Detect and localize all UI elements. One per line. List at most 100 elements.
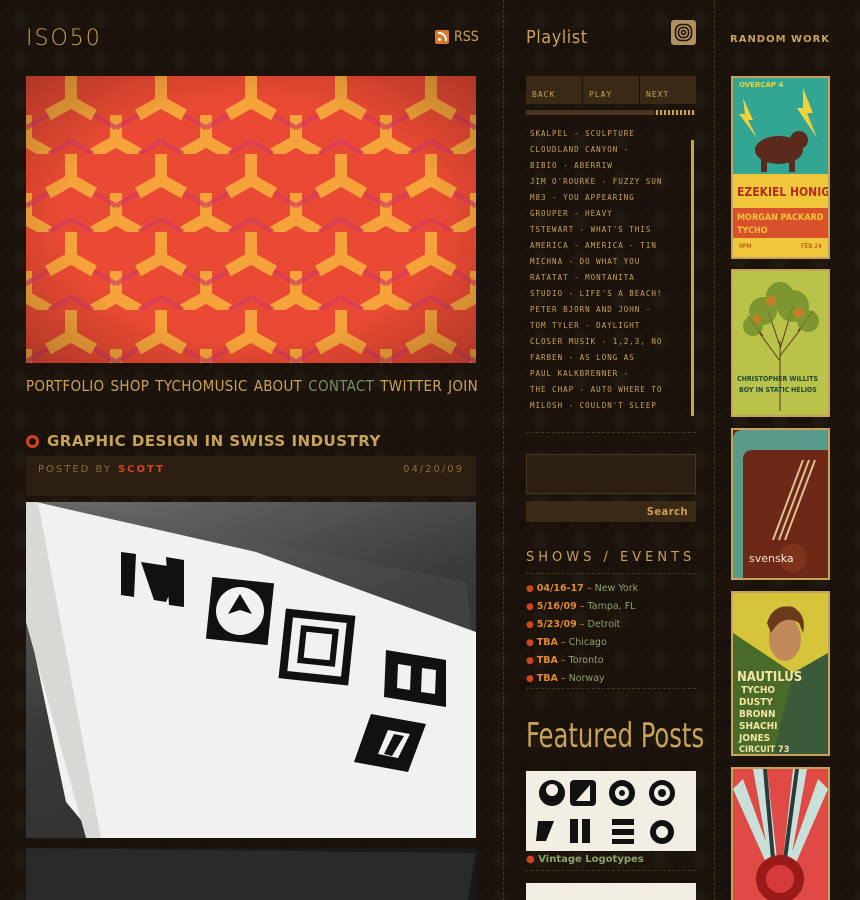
svenska-poster[interactable]: svenska	[731, 428, 830, 580]
poster-line: NAUTILUS	[737, 670, 802, 685]
show-item[interactable]: ● TBA – Chicago	[526, 634, 696, 652]
show-city: New York	[594, 583, 639, 594]
show-date: TBA	[536, 673, 558, 684]
volume-indicator[interactable]	[656, 110, 694, 115]
bullet-icon: ●	[526, 638, 537, 648]
poster-art: CHRISTOPHER WILLITS BOY IN STATIC HELIOS	[733, 271, 828, 415]
poster-line: TYCHO	[741, 685, 775, 696]
poster-line: SHACHI	[739, 721, 777, 732]
track-item[interactable]: Bibio - Aberriw	[526, 158, 696, 174]
site-logo[interactable]: ISO50	[26, 26, 102, 51]
featured-title: Featured Posts	[526, 717, 705, 756]
nav-about[interactable]: About	[254, 377, 302, 395]
nav-portfolio[interactable]: Portfolio	[26, 377, 104, 395]
show-item[interactable]: ● 5/23/09 – Detroit	[526, 616, 696, 634]
bullet-icon: ●	[526, 656, 537, 666]
track-item[interactable]: Skalpel - Sculpture	[526, 126, 696, 142]
track-item[interactable]: Closer Musik - 1,2,3, No	[526, 334, 696, 350]
search-button[interactable]: Search	[526, 501, 696, 522]
show-separator: –	[576, 601, 588, 612]
next-button[interactable]: Next	[640, 76, 696, 104]
post-meta: Posted by Scott 04/20/09	[26, 456, 476, 496]
tree-poster[interactable]: CHRISTOPHER WILLITS BOY IN STATIC HELIOS	[731, 269, 830, 417]
show-item[interactable]: ● TBA – Norway	[526, 670, 696, 688]
bullet-icon: ●	[526, 854, 539, 865]
track-item[interactable]: M83 - You Appearing	[526, 190, 696, 206]
poster-line: 9PM	[739, 243, 752, 250]
column-divider	[714, 0, 715, 900]
track-item[interactable]: Peter Bjorn and John -	[526, 302, 696, 318]
show-item[interactable]: ● TBA – Toronto	[526, 652, 696, 670]
track-item[interactable]: Cloudland Canyon -	[526, 142, 696, 158]
track-item[interactable]: The Chap - Auto Where To	[526, 382, 696, 398]
nav-twitter[interactable]: Twitter	[380, 377, 442, 395]
poster-line: MORGAN PACKARD	[737, 213, 824, 223]
rss-label: RSS	[454, 29, 479, 45]
show-date: 5/23/09	[536, 619, 577, 630]
progress-bar[interactable]	[526, 110, 696, 115]
overcast-poster[interactable]: OVERCAP 4 EZEKIEL HONIG MORGAN PACKARD T…	[731, 76, 830, 259]
featured-post-link[interactable]: ● Vintage Logotypes	[526, 854, 644, 865]
show-separator: –	[557, 673, 569, 684]
column-divider	[503, 0, 504, 900]
show-date: 5/16/09	[536, 601, 577, 612]
post-title[interactable]: Graphic Design in Swiss Industry	[47, 432, 381, 450]
nav-join[interactable]: Join	[448, 377, 478, 395]
poster-art: OVERCAP 4 EZEKIEL HONIG MORGAN PACKARD T…	[733, 78, 828, 257]
poster-line: FEB 24	[801, 243, 822, 250]
rss-icon	[435, 30, 449, 44]
poster-line: CIRCUIT 73	[739, 745, 789, 754]
show-city: Toronto	[568, 655, 604, 666]
bullet-icon: ●	[526, 620, 537, 630]
nautilus-poster[interactable]: NAUTILUS TYCHO DUSTY BRONN SHACHI JONES …	[731, 591, 830, 756]
track-item[interactable]: Paul Kalkbrenner -	[526, 366, 696, 382]
featured-post-image-2[interactable]	[526, 883, 696, 900]
featured-caption: Vintage Logotypes	[538, 854, 644, 865]
nav-tychomusic[interactable]: Tychomusic	[155, 377, 247, 395]
show-city: Chicago	[568, 637, 607, 648]
track-item[interactable]: Jim O'Rourke - Fuzzy Sun	[526, 174, 696, 190]
nav-shop[interactable]: Shop	[111, 377, 150, 395]
rss-link[interactable]: RSS	[435, 29, 479, 45]
hero-image	[26, 76, 476, 363]
book-photo	[26, 502, 476, 838]
track-item[interactable]: Studio - Life's A Beach!	[526, 286, 696, 302]
tracklist-scrollbar[interactable]	[691, 140, 694, 416]
track-item[interactable]: Michna - Do What You	[526, 254, 696, 270]
post-image-2	[26, 848, 476, 900]
poster-line: OVERCAP 4	[739, 81, 783, 89]
post-title-row: Graphic Design in Swiss Industry	[26, 432, 381, 450]
show-city: Detroit	[587, 619, 621, 630]
posted-by-label: Posted by	[38, 464, 112, 475]
show-item[interactable]: ● 04/16-17 – New York	[526, 580, 696, 598]
sunburst-poster[interactable]	[731, 767, 830, 900]
poster-art: svenska	[733, 430, 828, 578]
track-item[interactable]: Milosh - Couldn't Sleep	[526, 398, 696, 414]
poster-art	[733, 769, 828, 900]
bullet-icon: ●	[526, 584, 537, 594]
featured-post-image[interactable]	[526, 771, 696, 851]
track-item[interactable]: Grouper - Heavy	[526, 206, 696, 222]
show-date: TBA	[536, 655, 558, 666]
show-item[interactable]: ● 5/16/09 – Tampa, FL	[526, 598, 696, 616]
play-button[interactable]: Play	[583, 76, 640, 104]
poster-line: TYCHO	[737, 226, 768, 236]
track-item[interactable]: America - America - Tin	[526, 238, 696, 254]
show-city: Norway	[568, 673, 605, 684]
track-item[interactable]: Ratatat - Montanita	[526, 270, 696, 286]
track-item[interactable]: Farben - As Long As	[526, 350, 696, 366]
post-author[interactable]: Scott	[118, 464, 165, 475]
shows-list: ● 04/16-17 – New York ● 5/16/09 – Tampa, …	[526, 580, 696, 688]
divider	[526, 573, 696, 574]
logotypes-thumbnail	[536, 780, 675, 844]
shows-title: Shows / Events	[526, 550, 696, 565]
show-separator: –	[557, 655, 569, 666]
search-input[interactable]	[526, 454, 696, 494]
nav-contact[interactable]: Contact	[308, 377, 374, 395]
second-photo	[26, 848, 476, 900]
show-date: 04/16-17	[536, 583, 584, 594]
back-button[interactable]: Back	[526, 76, 583, 104]
track-item[interactable]: Tom Tyler - Daylight	[526, 318, 696, 334]
divider	[526, 688, 696, 689]
track-item[interactable]: Tstewart - What's This	[526, 222, 696, 238]
